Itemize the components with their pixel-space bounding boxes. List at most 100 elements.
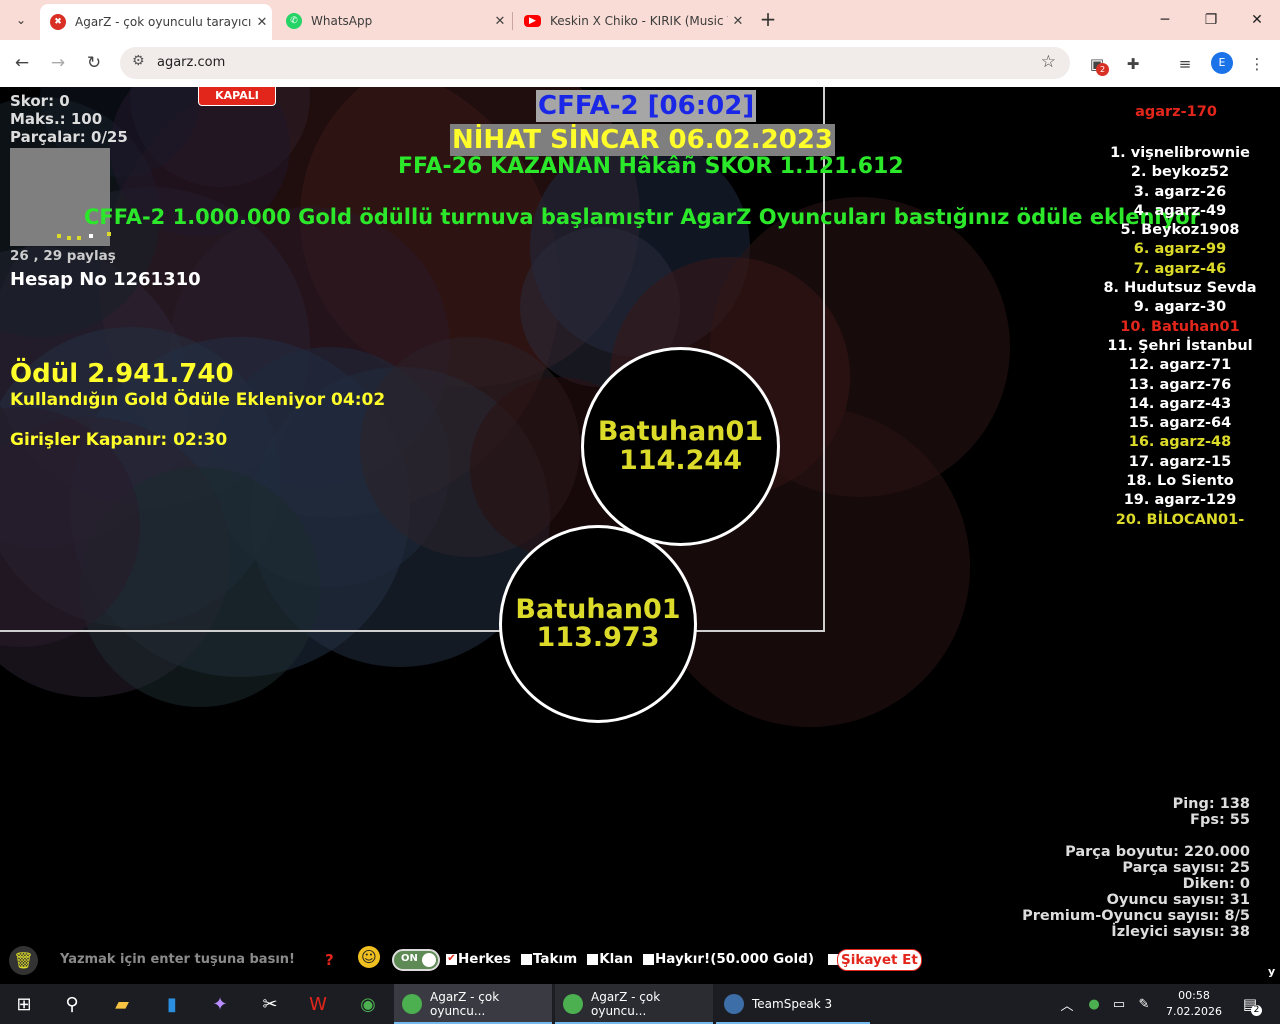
- wps-office-icon[interactable]: W: [298, 988, 338, 1020]
- chrome-icon: [563, 994, 583, 1014]
- help-icon[interactable]: ?: [325, 951, 334, 969]
- chat-option-label: Takım: [532, 951, 578, 967]
- leaderboard-entry: 15. agarz-64: [1128, 415, 1232, 432]
- new-tab-button[interactable]: +: [757, 8, 779, 32]
- close-tab-icon[interactable]: ✕: [728, 14, 748, 29]
- server-stats: Parça boyutu: 220.000 Parça sayısı: 25 Dik…: [1022, 844, 1250, 940]
- copilot-icon[interactable]: ✦: [200, 988, 240, 1020]
- extensions-puzzle-icon[interactable]: ✚: [1122, 53, 1144, 75]
- taskbar-app-agarz-1[interactable]: AgarZ - çok oyuncu...: [394, 984, 552, 1024]
- chat-option-label: Haykır!(50.000 Gold): [655, 951, 814, 967]
- leaderboard-entry: 5. Beykoz1908: [1120, 222, 1240, 239]
- checkbox[interactable]: [520, 953, 532, 965]
- file-explorer-icon[interactable]: ▰: [102, 988, 142, 1020]
- emoji-icon[interactable]: ☺: [358, 946, 380, 968]
- minimap-dot: [57, 234, 61, 238]
- chat-option[interactable]: ✔ Herkes: [446, 951, 511, 967]
- whatsapp-favicon-icon: ✆: [286, 13, 302, 29]
- leaderboard: 1. vişnelibrownie 2. beykoz52 3. agarz-26 4…: [1090, 144, 1270, 530]
- browser-toolbar: ← → ↻ ⚙ agarz.com ☆ ▣2 ✚ ≡ ⋮: [0, 40, 1280, 87]
- back-button[interactable]: ←: [10, 52, 34, 76]
- forward-button[interactable]: →: [46, 52, 70, 76]
- checkbox[interactable]: [587, 953, 599, 965]
- notification-icon[interactable]: ▤ 2: [1232, 988, 1268, 1020]
- trash-icon[interactable]: 🗑: [9, 946, 38, 975]
- store-icon[interactable]: ▮: [152, 988, 192, 1020]
- tab-title: Keskin X Chiko - KIRIK (Music Video): [550, 14, 728, 28]
- game-canvas[interactable]: Skor: 0 Maks.: 100 Parçalar: 0/25 KAPALI…: [0, 87, 1280, 984]
- leaderboard-entry: 19. agarz-129: [1123, 492, 1237, 509]
- server-stat-line: Parça sayısı: 25: [1122, 860, 1250, 876]
- tab-youtube[interactable]: ▶ Keskin X Chiko - KIRIK (Music Video) ✕: [514, 4, 748, 38]
- reload-button[interactable]: ↻: [82, 52, 106, 76]
- tray-chevron-icon[interactable]: ︿: [1052, 988, 1082, 1020]
- taskbar-app-teamspeak[interactable]: TeamSpeak 3: [716, 984, 870, 1024]
- minimap-dot: [89, 234, 93, 238]
- agarz-favicon-icon: ✖: [50, 14, 66, 30]
- close-tab-icon[interactable]: ✕: [252, 15, 272, 30]
- restore-button[interactable]: ❐: [1196, 8, 1226, 32]
- close-window-button[interactable]: ✕: [1242, 8, 1272, 32]
- leaderboard-entry: 16. agarz-48: [1128, 434, 1232, 451]
- kapali-button[interactable]: KAPALI: [198, 87, 276, 106]
- checkbox[interactable]: ✔: [446, 953, 457, 965]
- background-bubble: [0, 417, 230, 697]
- address-bar[interactable]: ⚙ agarz.com ☆: [120, 47, 1070, 79]
- chat-option[interactable]: Haykır!(50.000 Gold): [643, 951, 814, 967]
- browser-menu-icon[interactable]: ⋮: [1246, 53, 1268, 75]
- tournament-announcement: CFFA-2 1.000.000 Gold ödüllü turnuva baş…: [84, 205, 1201, 229]
- leaderboard-entry: 10. Batuhan01: [1120, 318, 1240, 335]
- leaderboard-entry: 9. agarz-30: [1133, 299, 1227, 316]
- chrome-icon[interactable]: ◉: [348, 988, 388, 1020]
- close-tab-icon[interactable]: ✕: [490, 14, 510, 29]
- tab-search-button[interactable]: ⌄: [8, 8, 34, 32]
- teamspeak-icon: [724, 994, 744, 1014]
- capcut-icon[interactable]: ✂: [250, 988, 290, 1020]
- perf-stats: Ping: 138 Fps: 55: [1173, 796, 1250, 828]
- chat-bar: 🗑 Yazmak için enter tuşuna basın! ? ☺ ON…: [0, 942, 1280, 978]
- tab-whatsapp[interactable]: ✆ WhatsApp ✕: [276, 4, 510, 38]
- chat-toggle[interactable]: ON: [392, 949, 440, 971]
- chat-option-label: Klan: [599, 951, 633, 967]
- youtube-favicon-icon: ▶: [524, 15, 541, 27]
- search-icon[interactable]: ⚲: [52, 988, 92, 1020]
- url-text: agarz.com: [157, 55, 226, 70]
- tray-app-icon[interactable]: ●: [1080, 988, 1108, 1020]
- report-button[interactable]: Şikayet Et: [837, 949, 922, 971]
- leaderboard-entry: 1. vişnelibrownie: [1110, 145, 1250, 161]
- pen-icon[interactable]: ✎: [1130, 988, 1158, 1020]
- tab-agarz[interactable]: ✖ AgarZ - çok oyunculu tarayıcı oyunu ✕: [40, 4, 272, 40]
- profile-avatar[interactable]: E: [1211, 52, 1233, 74]
- bookmark-star-icon[interactable]: ☆: [1041, 52, 1056, 72]
- notification-count: 2: [1251, 1005, 1262, 1016]
- cell-name: Batuhan01: [597, 416, 764, 448]
- site-info-icon[interactable]: ⚙: [132, 53, 145, 69]
- world-border-bottom: [0, 630, 825, 632]
- server-stat-line: Diken: 0: [1182, 876, 1250, 892]
- background-bubble: [360, 337, 580, 557]
- chat-input[interactable]: Yazmak için enter tuşuna basın!: [60, 952, 295, 967]
- leaderboard-entry: 3. agarz-26: [1133, 183, 1227, 200]
- corner-glyph: y: [1268, 965, 1276, 978]
- leaderboard-entry: 20. BİLOCAN01-: [1115, 511, 1245, 528]
- prize-amount: Ödül 2.941.740: [10, 359, 234, 389]
- clock[interactable]: 00:58 7.02.2026: [1166, 988, 1222, 1020]
- leaderboard-entry: 7. agarz-46: [1133, 260, 1227, 277]
- media-control-icon[interactable]: ≡: [1174, 53, 1196, 75]
- taskbar-app-label: TeamSpeak 3: [752, 997, 833, 1011]
- network-icon[interactable]: ▭: [1105, 988, 1133, 1020]
- extension-icon[interactable]: ▣2: [1086, 53, 1109, 76]
- leaderboard-entry: 11. Şehri İstanbul: [1107, 337, 1253, 354]
- leaderboard-entry: 8. Hudutsuz Sevda: [1103, 280, 1257, 297]
- toggle-knob: [422, 953, 436, 967]
- chat-option[interactable]: Klan: [587, 951, 633, 967]
- coords-share-text[interactable]: 26 , 29 paylaş: [10, 248, 116, 264]
- chat-option[interactable]: Takım: [520, 951, 578, 967]
- taskbar-app-agarz-2[interactable]: AgarZ - çok oyuncu...: [555, 984, 713, 1024]
- clock-date: 7.02.2026: [1166, 1005, 1222, 1018]
- windows-start-icon[interactable]: ⊞: [4, 988, 44, 1020]
- server-stat-line: Oyuncu sayısı: 31: [1106, 892, 1250, 908]
- toggle-label: ON: [401, 953, 418, 964]
- minimize-button[interactable]: ─: [1150, 8, 1180, 32]
- checkbox[interactable]: [643, 953, 654, 965]
